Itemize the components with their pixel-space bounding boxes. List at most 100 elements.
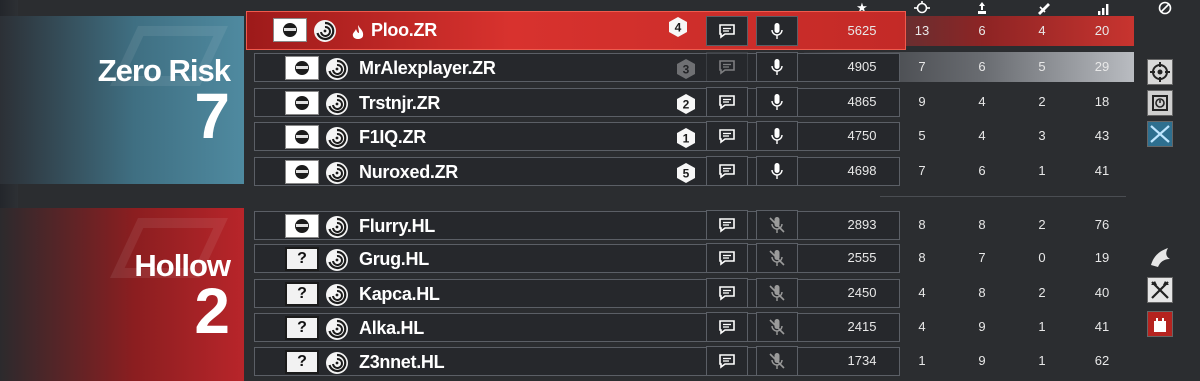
- stat-score: 4905: [847, 59, 877, 74]
- player-row[interactable]: ? Alka.HL 2415 4 9 1 41: [248, 312, 1128, 342]
- stat-deaths: 1: [1038, 163, 1046, 178]
- player-card[interactable]: ? Alka.HL: [254, 313, 900, 342]
- player-card[interactable]: Flurry.HL: [254, 211, 900, 240]
- chat-button[interactable]: [706, 121, 748, 151]
- player-card[interactable]: Ploo.ZR 4: [246, 11, 906, 50]
- mic-icon: [771, 94, 783, 110]
- stat-assists: 9: [978, 319, 986, 334]
- player-row[interactable]: Ploo.ZR 4 5625 13 6 4 20: [246, 11, 1134, 50]
- stat-ping: 76: [1094, 217, 1110, 232]
- chat-button[interactable]: [706, 312, 748, 342]
- player-row[interactable]: MrAlexplayer.ZR 3 4905 7 6 5 29: [248, 52, 1134, 82]
- chat-icon: [719, 129, 735, 144]
- stat-kills: 8: [918, 217, 926, 232]
- stat-ping: 18: [1094, 94, 1110, 109]
- mic-button[interactable]: [756, 312, 798, 342]
- flame-icon: [349, 24, 367, 42]
- chat-button[interactable]: [706, 87, 748, 117]
- mic-button[interactable]: [756, 243, 798, 273]
- chat-button[interactable]: [706, 278, 748, 308]
- operator-icon: [285, 214, 319, 238]
- mic-button[interactable]: [756, 87, 798, 117]
- chat-icon: [719, 164, 735, 179]
- stat-kills: 1: [918, 353, 926, 368]
- stat-kills: 9: [918, 94, 926, 109]
- operator-icon: [273, 18, 307, 42]
- stat-ping: 41: [1094, 319, 1110, 334]
- player-card[interactable]: F1IQ.ZR 1: [254, 122, 900, 151]
- stat-score: 4698: [847, 163, 877, 178]
- chat-button[interactable]: [706, 156, 748, 186]
- uplay-icon: [325, 161, 349, 185]
- stat-assists: 4: [978, 128, 986, 143]
- rank-number: 1: [683, 132, 690, 146]
- stat-deaths: 1: [1038, 353, 1046, 368]
- player-name: Trstnjr.ZR: [359, 93, 441, 113]
- rank-number: 5: [683, 167, 690, 181]
- mic-button[interactable]: [756, 156, 798, 186]
- chat-button[interactable]: [706, 52, 748, 82]
- player-row[interactable]: Flurry.HL 2893 8 8 2 76: [248, 210, 1128, 240]
- team-score: 7: [194, 80, 230, 152]
- mic-button[interactable]: [756, 16, 798, 46]
- rank-number: 3: [683, 63, 690, 77]
- stat-assists: 8: [978, 217, 986, 232]
- mic-muted-icon: [769, 319, 785, 335]
- rank-number: 4: [675, 21, 682, 35]
- chat-icon: [719, 286, 735, 301]
- player-card[interactable]: Trstnjr.ZR 2: [254, 88, 900, 117]
- mic-icon: [771, 59, 783, 75]
- chat-button[interactable]: [706, 16, 748, 46]
- player-card[interactable]: Nuroxed.ZR 5: [254, 157, 900, 186]
- player-card[interactable]: ? Grug.HL: [254, 244, 900, 273]
- rank-number: 2: [683, 98, 690, 112]
- mic-button[interactable]: [756, 346, 798, 376]
- defuser-icon: [1147, 90, 1173, 116]
- assists-icon: [967, 0, 997, 16]
- stat-score: 2893: [847, 217, 877, 232]
- stat-score: 1734: [847, 353, 877, 368]
- chat-icon: [719, 251, 735, 266]
- chat-icon: [719, 354, 735, 369]
- chat-button[interactable]: [706, 346, 748, 376]
- stat-deaths: 5: [1038, 59, 1046, 74]
- mic-button[interactable]: [756, 278, 798, 308]
- stat-kills: 7: [918, 163, 926, 178]
- player-row[interactable]: F1IQ.ZR 1 4750 5 4 3 43: [248, 121, 1128, 151]
- operator-icon: [285, 91, 319, 115]
- team-panel-zero-risk: Zero Risk 7: [0, 16, 244, 184]
- mic-button[interactable]: [756, 121, 798, 151]
- player-row[interactable]: ? Kapca.HL 2450 4 8 2 40: [248, 278, 1128, 308]
- player-name: Flurry.HL: [359, 216, 435, 236]
- stat-assists: 4: [978, 94, 986, 109]
- stat-score: 2415: [847, 319, 877, 334]
- dragon-icon: [1147, 244, 1173, 270]
- player-name: F1IQ.ZR: [359, 127, 426, 147]
- stat-kills: 13: [914, 23, 930, 38]
- player-row[interactable]: ? Z3nnet.HL 1734 1 9 1 62: [248, 346, 1128, 376]
- chat-button[interactable]: [706, 243, 748, 273]
- player-name: Nuroxed.ZR: [359, 162, 459, 182]
- chat-button[interactable]: [706, 210, 748, 240]
- uplay-icon: [325, 248, 349, 272]
- player-card[interactable]: MrAlexplayer.ZR 3: [254, 53, 900, 82]
- mute-icon: [1150, 0, 1180, 16]
- stat-deaths: 2: [1038, 285, 1046, 300]
- mic-button[interactable]: [756, 210, 798, 240]
- player-row[interactable]: Trstnjr.ZR 2 4865 9 4 2 18: [248, 87, 1128, 117]
- player-row[interactable]: ? Grug.HL 2555 8 7 0 19: [248, 243, 1128, 273]
- player-card[interactable]: ? Kapca.HL: [254, 279, 900, 308]
- uplay-icon: [325, 351, 349, 375]
- stat-ping: 41: [1094, 163, 1110, 178]
- mic-muted-icon: [769, 250, 785, 266]
- player-row[interactable]: Nuroxed.ZR 5 4698 7 6 1 41: [248, 156, 1128, 186]
- operator-icon: [285, 125, 319, 149]
- player-card[interactable]: ? Z3nnet.HL: [254, 347, 900, 376]
- stat-ping: 19: [1094, 250, 1110, 265]
- stat-deaths: 1: [1038, 319, 1046, 334]
- mic-muted-icon: [769, 285, 785, 301]
- stat-assists: 6: [978, 23, 986, 38]
- stat-assists: 9: [978, 353, 986, 368]
- mic-button[interactable]: [756, 52, 798, 82]
- team-score: 2: [194, 274, 230, 347]
